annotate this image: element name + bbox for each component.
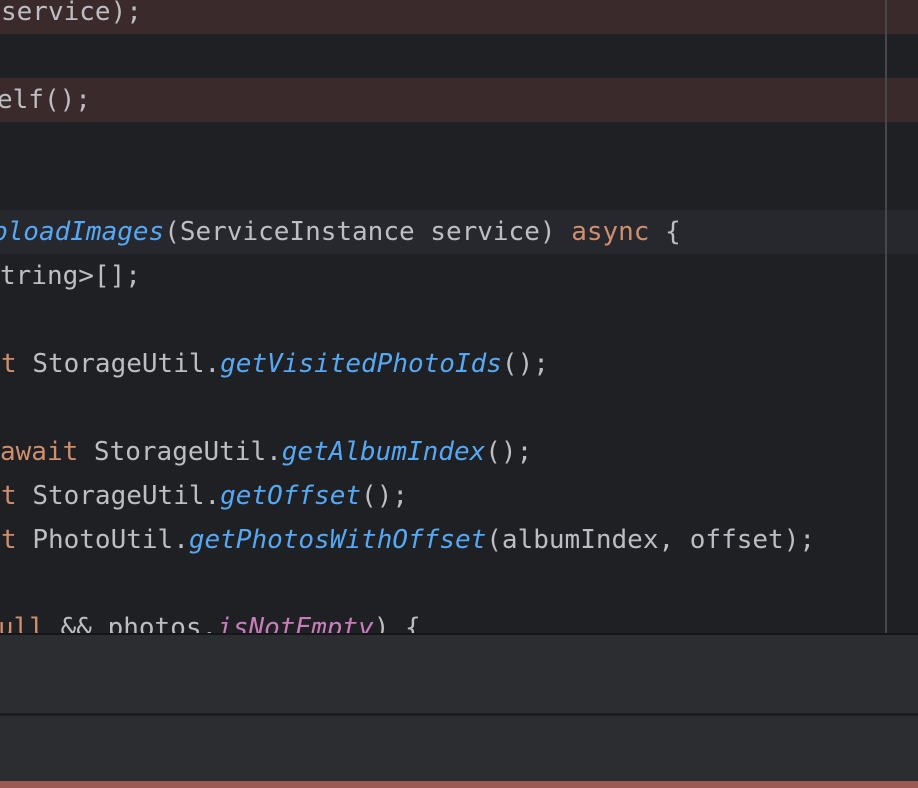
- code-line[interactable]: ploadImages(ServiceInstance service) asy…: [0, 210, 918, 254]
- code-line[interactable]: t StorageUtil.getVisitedPhotoIds();: [0, 342, 918, 386]
- code-line[interactable]: service);: [0, 0, 918, 34]
- code-line-text: await StorageUtil.getAlbumIndex();: [0, 430, 532, 474]
- code-line-text: ploadImages(ServiceInstance service) asy…: [0, 210, 681, 254]
- code-line-text: tring>[];: [0, 254, 141, 298]
- code-token-default: ();: [361, 481, 408, 511]
- code-token-keyword: async: [571, 217, 649, 247]
- code-token-default: (ServiceInstance service): [164, 217, 571, 247]
- code-line[interactable]: [0, 298, 918, 342]
- code-line[interactable]: [0, 562, 918, 606]
- code-line-text: elf();: [0, 78, 91, 122]
- code-line-text: t StorageUtil.getVisitedPhotoIds();: [1, 342, 549, 386]
- code-line[interactable]: [0, 166, 918, 210]
- right-margin-guide: [885, 0, 887, 634]
- code-token-keyword: t: [1, 349, 32, 379]
- code-line-text: t StorageUtil.getOffset();: [1, 474, 408, 518]
- panel-separator: [0, 713, 918, 716]
- code-token-keyword: await: [0, 437, 94, 467]
- code-line[interactable]: t StorageUtil.getOffset();: [0, 474, 918, 518]
- code-line[interactable]: await StorageUtil.getAlbumIndex();: [0, 430, 918, 474]
- code-line-text: t PhotoUtil.getPhotosWithOffset(albumInd…: [1, 518, 815, 562]
- code-token-default: StorageUtil.: [32, 481, 220, 511]
- code-token-method: ploadImages: [0, 217, 164, 247]
- code-token-default: service);: [1, 0, 142, 27]
- bottom-accent-bar: [0, 781, 918, 788]
- code-token-method: getOffset: [220, 481, 361, 511]
- code-editor[interactable]: service); elf(); ploadImages(ServiceInstan…: [0, 0, 918, 788]
- code-token-default: ();: [502, 349, 549, 379]
- code-token-method: getPhotosWithOffset: [189, 525, 486, 555]
- code-token-default: StorageUtil.: [94, 437, 282, 467]
- code-token-default: {: [649, 217, 680, 247]
- code-token-default: elf();: [0, 85, 91, 115]
- code-token-default: (albumIndex, offset);: [486, 525, 815, 555]
- code-line[interactable]: [0, 122, 918, 166]
- code-token-default: PhotoUtil.: [32, 525, 189, 555]
- code-token-method: getVisitedPhotoIds: [220, 349, 502, 379]
- code-token-method: getAlbumIndex: [282, 437, 486, 467]
- code-token-default: tring>[];: [0, 261, 141, 291]
- code-token-default: StorageUtil.: [32, 349, 220, 379]
- code-token-default: ();: [485, 437, 532, 467]
- code-token-keyword: t: [1, 481, 32, 511]
- code-line[interactable]: t PhotoUtil.getPhotosWithOffset(albumInd…: [0, 518, 918, 562]
- code-token-keyword: t: [1, 525, 32, 555]
- bottom-panel: [0, 633, 918, 788]
- code-line[interactable]: [0, 386, 918, 430]
- code-line[interactable]: [0, 34, 918, 78]
- code-line[interactable]: tring>[];: [0, 254, 918, 298]
- code-line-text: service);: [1, 0, 142, 34]
- code-line[interactable]: elf();: [0, 78, 918, 122]
